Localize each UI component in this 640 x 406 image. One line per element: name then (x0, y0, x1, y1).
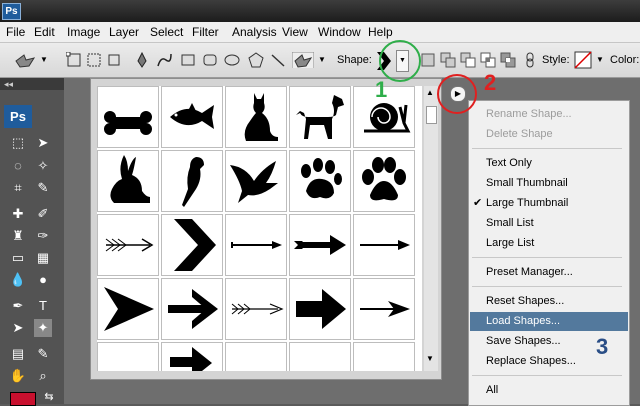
annotation-number-1: 1 (375, 77, 388, 102)
annotation-circle-green (379, 40, 421, 82)
annotation-number-3: 3 (596, 334, 609, 359)
annotation-number-2: 2 (484, 70, 497, 95)
annotation-circle-red (437, 74, 477, 114)
annotation-overlay (379, 40, 477, 114)
